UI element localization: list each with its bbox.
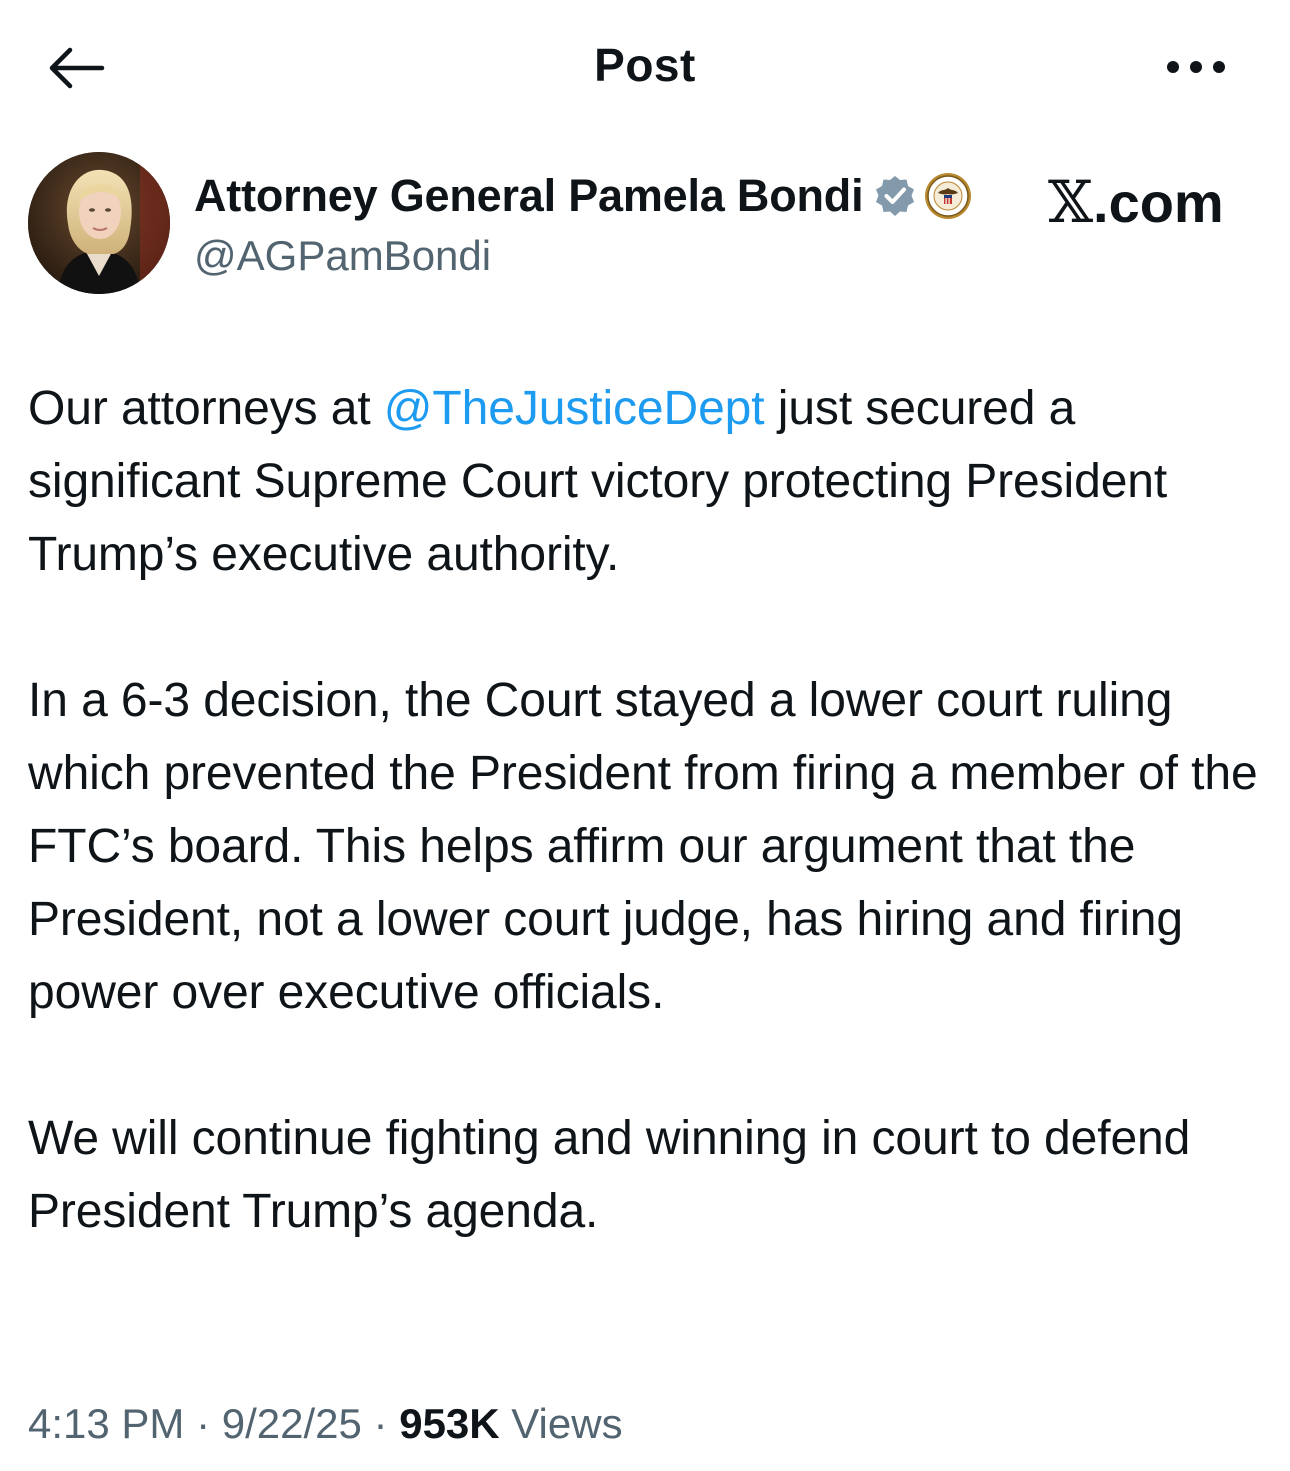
page-title: Post xyxy=(594,39,696,91)
name-row: Attorney General Pamela Bondi xyxy=(194,170,973,222)
display-name[interactable]: Attorney General Pamela Bondi xyxy=(194,170,864,222)
more-options-button[interactable] xyxy=(1156,44,1236,90)
x-com-watermark: 𝕏.com xyxy=(1048,168,1224,236)
post-paragraph-3: We will continue fighting and winning in… xyxy=(28,1112,1191,1238)
avatar-photo xyxy=(28,152,170,294)
post-text-segment: Our attorneys at xyxy=(28,382,384,435)
avatar[interactable] xyxy=(28,152,170,294)
post-paragraph-2: In a 6-3 decision, the Court stayed a lo… xyxy=(28,674,1258,1019)
post-paragraph-1: Our attorneys at @TheJusticeDept just se… xyxy=(28,372,1268,591)
user-handle[interactable]: @AGPamBondi xyxy=(194,232,491,280)
views-count[interactable]: 953K xyxy=(399,1400,499,1447)
mention-link[interactable]: @TheJusticeDept xyxy=(384,382,765,435)
views-label: Views xyxy=(499,1400,623,1447)
doj-seal-icon[interactable] xyxy=(923,171,973,221)
watermark-domain: .com xyxy=(1093,171,1224,234)
post-time[interactable]: 4:13 PM xyxy=(28,1400,184,1447)
post-date[interactable]: 9/22/25 xyxy=(222,1400,362,1447)
post-text: Our attorneys at @TheJusticeDept just se… xyxy=(28,372,1268,1321)
x-logo-letter: 𝕏 xyxy=(1048,168,1094,236)
meta-separator: · xyxy=(361,1400,400,1447)
top-bar: Post xyxy=(0,0,1290,130)
verified-badge-icon[interactable] xyxy=(873,174,917,218)
post-metadata: 4:13 PM · 9/22/25 · 953K Views xyxy=(28,1400,623,1448)
meta-separator: · xyxy=(184,1400,222,1447)
more-horizontal-icon xyxy=(1167,61,1225,73)
